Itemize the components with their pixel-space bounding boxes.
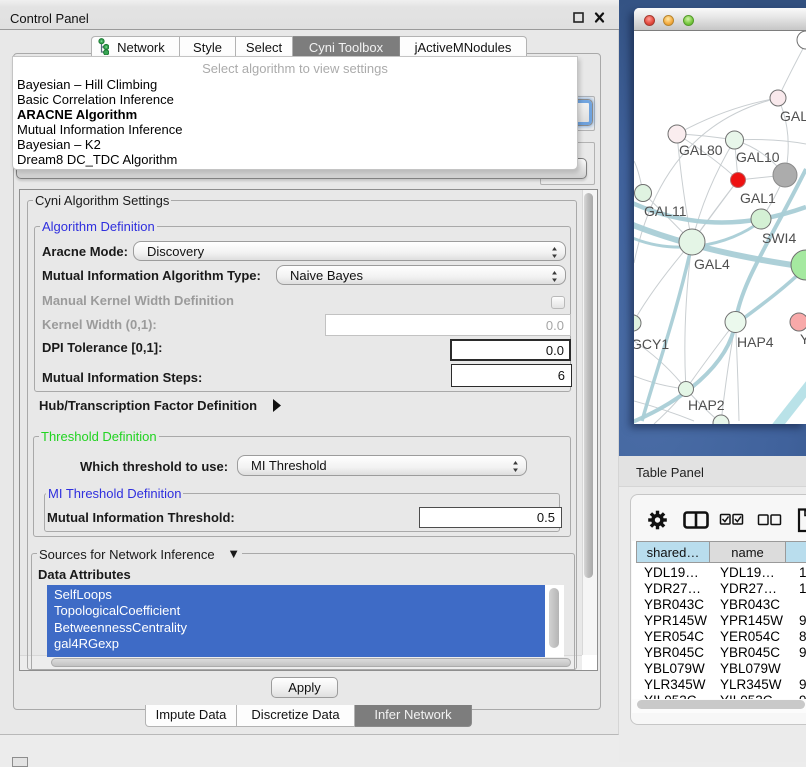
svg-text:HAP4: HAP4: [737, 334, 774, 350]
svg-text:GAL11: GAL11: [644, 203, 687, 219]
svg-text:GCY1: GCY1: [634, 336, 669, 352]
svg-text:Y: Y: [800, 331, 806, 347]
svg-text:GAL: GAL: [780, 108, 806, 124]
svg-text:GAL80: GAL80: [679, 142, 723, 158]
svg-text:GAL10: GAL10: [736, 149, 780, 165]
svg-text:HAP2: HAP2: [688, 397, 725, 413]
svg-text:GAL4: GAL4: [694, 256, 730, 272]
svg-text:GAL1: GAL1: [740, 190, 776, 206]
svg-text:SWI4: SWI4: [762, 230, 796, 246]
